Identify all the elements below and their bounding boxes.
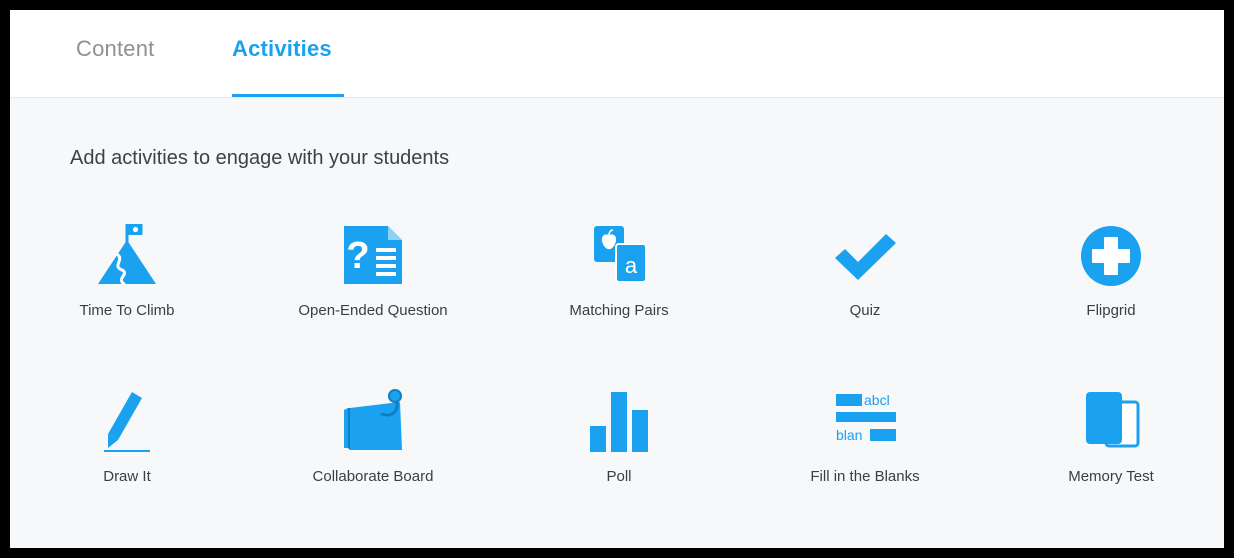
- activity-quiz[interactable]: Quiz: [750, 222, 980, 332]
- activity-label: Memory Test: [1068, 468, 1154, 485]
- question-document-icon: ?: [340, 222, 406, 288]
- activity-label: Matching Pairs: [569, 302, 669, 319]
- mountain-flag-icon: [94, 222, 160, 288]
- activity-fill-in-the-blanks[interactable]: abcl blan Fill in the Blanks: [750, 388, 980, 498]
- fill-word-top: abcl: [864, 392, 890, 408]
- section-heading: Add activities to engage with your stude…: [70, 147, 450, 169]
- plus-circle-icon: [1078, 222, 1144, 288]
- activity-time-to-climb[interactable]: Time To Climb: [12, 222, 242, 332]
- activity-matching-pairs[interactable]: a Matching Pairs: [504, 222, 734, 332]
- activity-poll[interactable]: Poll: [504, 388, 734, 498]
- svg-text:?: ?: [346, 235, 369, 277]
- bar-chart-icon: [586, 388, 652, 454]
- fill-blanks-icon: abcl blan: [832, 388, 898, 454]
- activities-panel: Content Activities Add activities to eng…: [10, 10, 1224, 548]
- activity-label: Collaborate Board: [312, 468, 434, 485]
- activity-label: Poll: [606, 468, 632, 485]
- matching-letter: a: [625, 253, 638, 278]
- activity-label: Open-Ended Question: [298, 302, 448, 319]
- memory-cards-icon: [1078, 388, 1144, 454]
- activity-collaborate-board[interactable]: Collaborate Board: [258, 388, 488, 498]
- activity-open-ended-question[interactable]: ? Open-Ended Question: [258, 222, 488, 332]
- activity-label: Flipgrid: [1086, 302, 1136, 319]
- active-tab-indicator: [232, 94, 344, 97]
- matching-cards-icon: a: [586, 222, 652, 288]
- checkmark-icon: [832, 222, 898, 288]
- fill-word-bottom: blan: [836, 427, 862, 443]
- tab-content[interactable]: Content: [76, 36, 154, 62]
- activity-memory-test[interactable]: Memory Test: [996, 388, 1224, 498]
- pencil-icon: [94, 388, 160, 454]
- tab-activities[interactable]: Activities: [232, 36, 332, 62]
- activity-label: Time To Climb: [79, 302, 175, 319]
- activity-flipgrid[interactable]: Flipgrid: [996, 222, 1224, 332]
- pinned-note-icon: [340, 388, 406, 454]
- activity-draw-it[interactable]: Draw It: [12, 388, 242, 498]
- activity-label: Fill in the Blanks: [810, 468, 920, 485]
- activity-label: Quiz: [849, 302, 881, 319]
- activity-label: Draw It: [103, 468, 151, 485]
- tab-bar: Content Activities: [10, 10, 1224, 98]
